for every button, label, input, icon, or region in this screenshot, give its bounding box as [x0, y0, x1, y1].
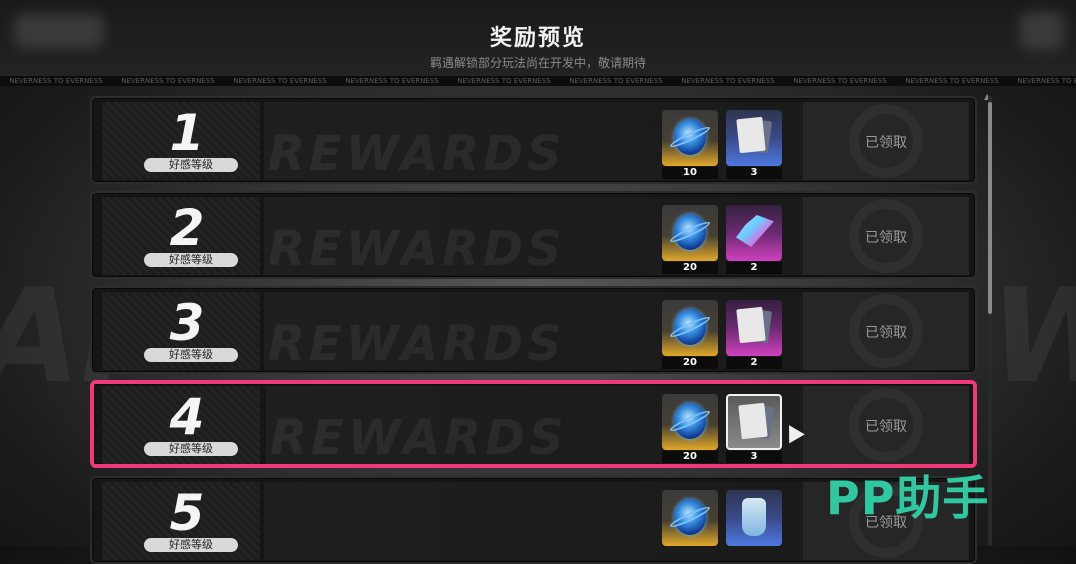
reward-item[interactable]: 2: [726, 300, 782, 370]
level-label: 好感等级: [144, 158, 238, 172]
background-graphic: W: [990, 260, 1076, 412]
scrollbar-thumb[interactable]: [988, 102, 992, 314]
reward-item[interactable]: 3: [726, 110, 782, 180]
rewards-background-text: REWARDS: [268, 316, 566, 372]
level-panel: 3 好感等级: [102, 292, 260, 370]
level-panel: 4 好感等级: [102, 386, 260, 464]
watermark: PP助手: [826, 471, 990, 525]
level-panel: 2 好感等级: [102, 197, 260, 275]
item-count: 2: [726, 262, 782, 274]
rewards-background-text: REWARDS: [268, 221, 566, 277]
card-icon: [736, 116, 766, 154]
reward-row-selected[interactable]: 4 好感等级 REWARDS 20 3 已领取: [90, 380, 977, 468]
blue-orb-icon: [674, 309, 706, 345]
sparkle-icon: [736, 215, 774, 247]
rewards-background-text: REWARDS: [270, 410, 568, 466]
claimed-label: 已领取: [865, 135, 907, 151]
rewards-background-text: REWARDS: [268, 126, 566, 182]
item-count: 20: [662, 451, 718, 463]
reward-row[interactable]: 3 好感等级 REWARDS 20 2 已领取: [90, 286, 977, 374]
claimed-status: 已领取: [801, 102, 969, 180]
reward-item[interactable]: [662, 490, 718, 560]
bottle-icon: [742, 498, 766, 536]
item-count: 3: [726, 451, 782, 463]
rewards-panel: [264, 482, 804, 560]
item-count: 10: [662, 167, 718, 179]
item-count: 20: [662, 357, 718, 369]
reward-item[interactable]: [726, 490, 782, 560]
level-label: 好感等级: [144, 253, 238, 267]
selection-arrow-icon: [94, 422, 98, 430]
reward-item[interactable]: 2: [726, 205, 782, 275]
claimed-status: 已领取: [801, 386, 969, 464]
claimed-label: 已领取: [865, 230, 907, 246]
reward-row[interactable]: 2 好感等级 REWARDS 20 2 已领取: [90, 191, 977, 279]
reward-item[interactable]: 20: [662, 205, 718, 275]
blue-orb-icon: [674, 403, 706, 439]
page-title: 奖励预览: [489, 26, 586, 51]
item-count: 3: [726, 167, 782, 179]
card-icon: [736, 306, 766, 344]
level-panel: 1 好感等级: [102, 102, 260, 180]
level-label: 好感等级: [144, 348, 238, 362]
page-subtitle: 羁遇解锁部分玩法尚在开发中，敬请期待: [429, 56, 646, 70]
card-icon: [738, 402, 768, 440]
claimed-label: 已领取: [865, 419, 907, 435]
level-label: 好感等级: [144, 538, 238, 552]
reward-item[interactable]: 20: [662, 300, 718, 370]
claimed-status: 已领取: [801, 292, 969, 370]
reward-item[interactable]: 20: [662, 394, 718, 464]
reward-item[interactable]: 3: [726, 394, 782, 464]
item-count: 20: [662, 262, 718, 274]
blue-orb-icon: [674, 119, 706, 155]
claimed-label: 已领取: [865, 325, 907, 341]
ticker-strip: NEVERNESS TO EVERNESS NEVERNESS TO EVERNE…: [0, 76, 1076, 86]
level-panel: 5 好感等级: [102, 482, 260, 560]
blue-orb-icon: [674, 499, 706, 535]
claimed-status: 已领取: [801, 197, 969, 275]
reward-row[interactable]: 1 好感等级 REWARDS 10 3 已领取: [90, 96, 977, 184]
level-label: 好感等级: [144, 442, 238, 456]
blue-orb-icon: [674, 214, 706, 250]
item-count: 2: [726, 357, 782, 369]
reward-item[interactable]: 10: [662, 110, 718, 180]
